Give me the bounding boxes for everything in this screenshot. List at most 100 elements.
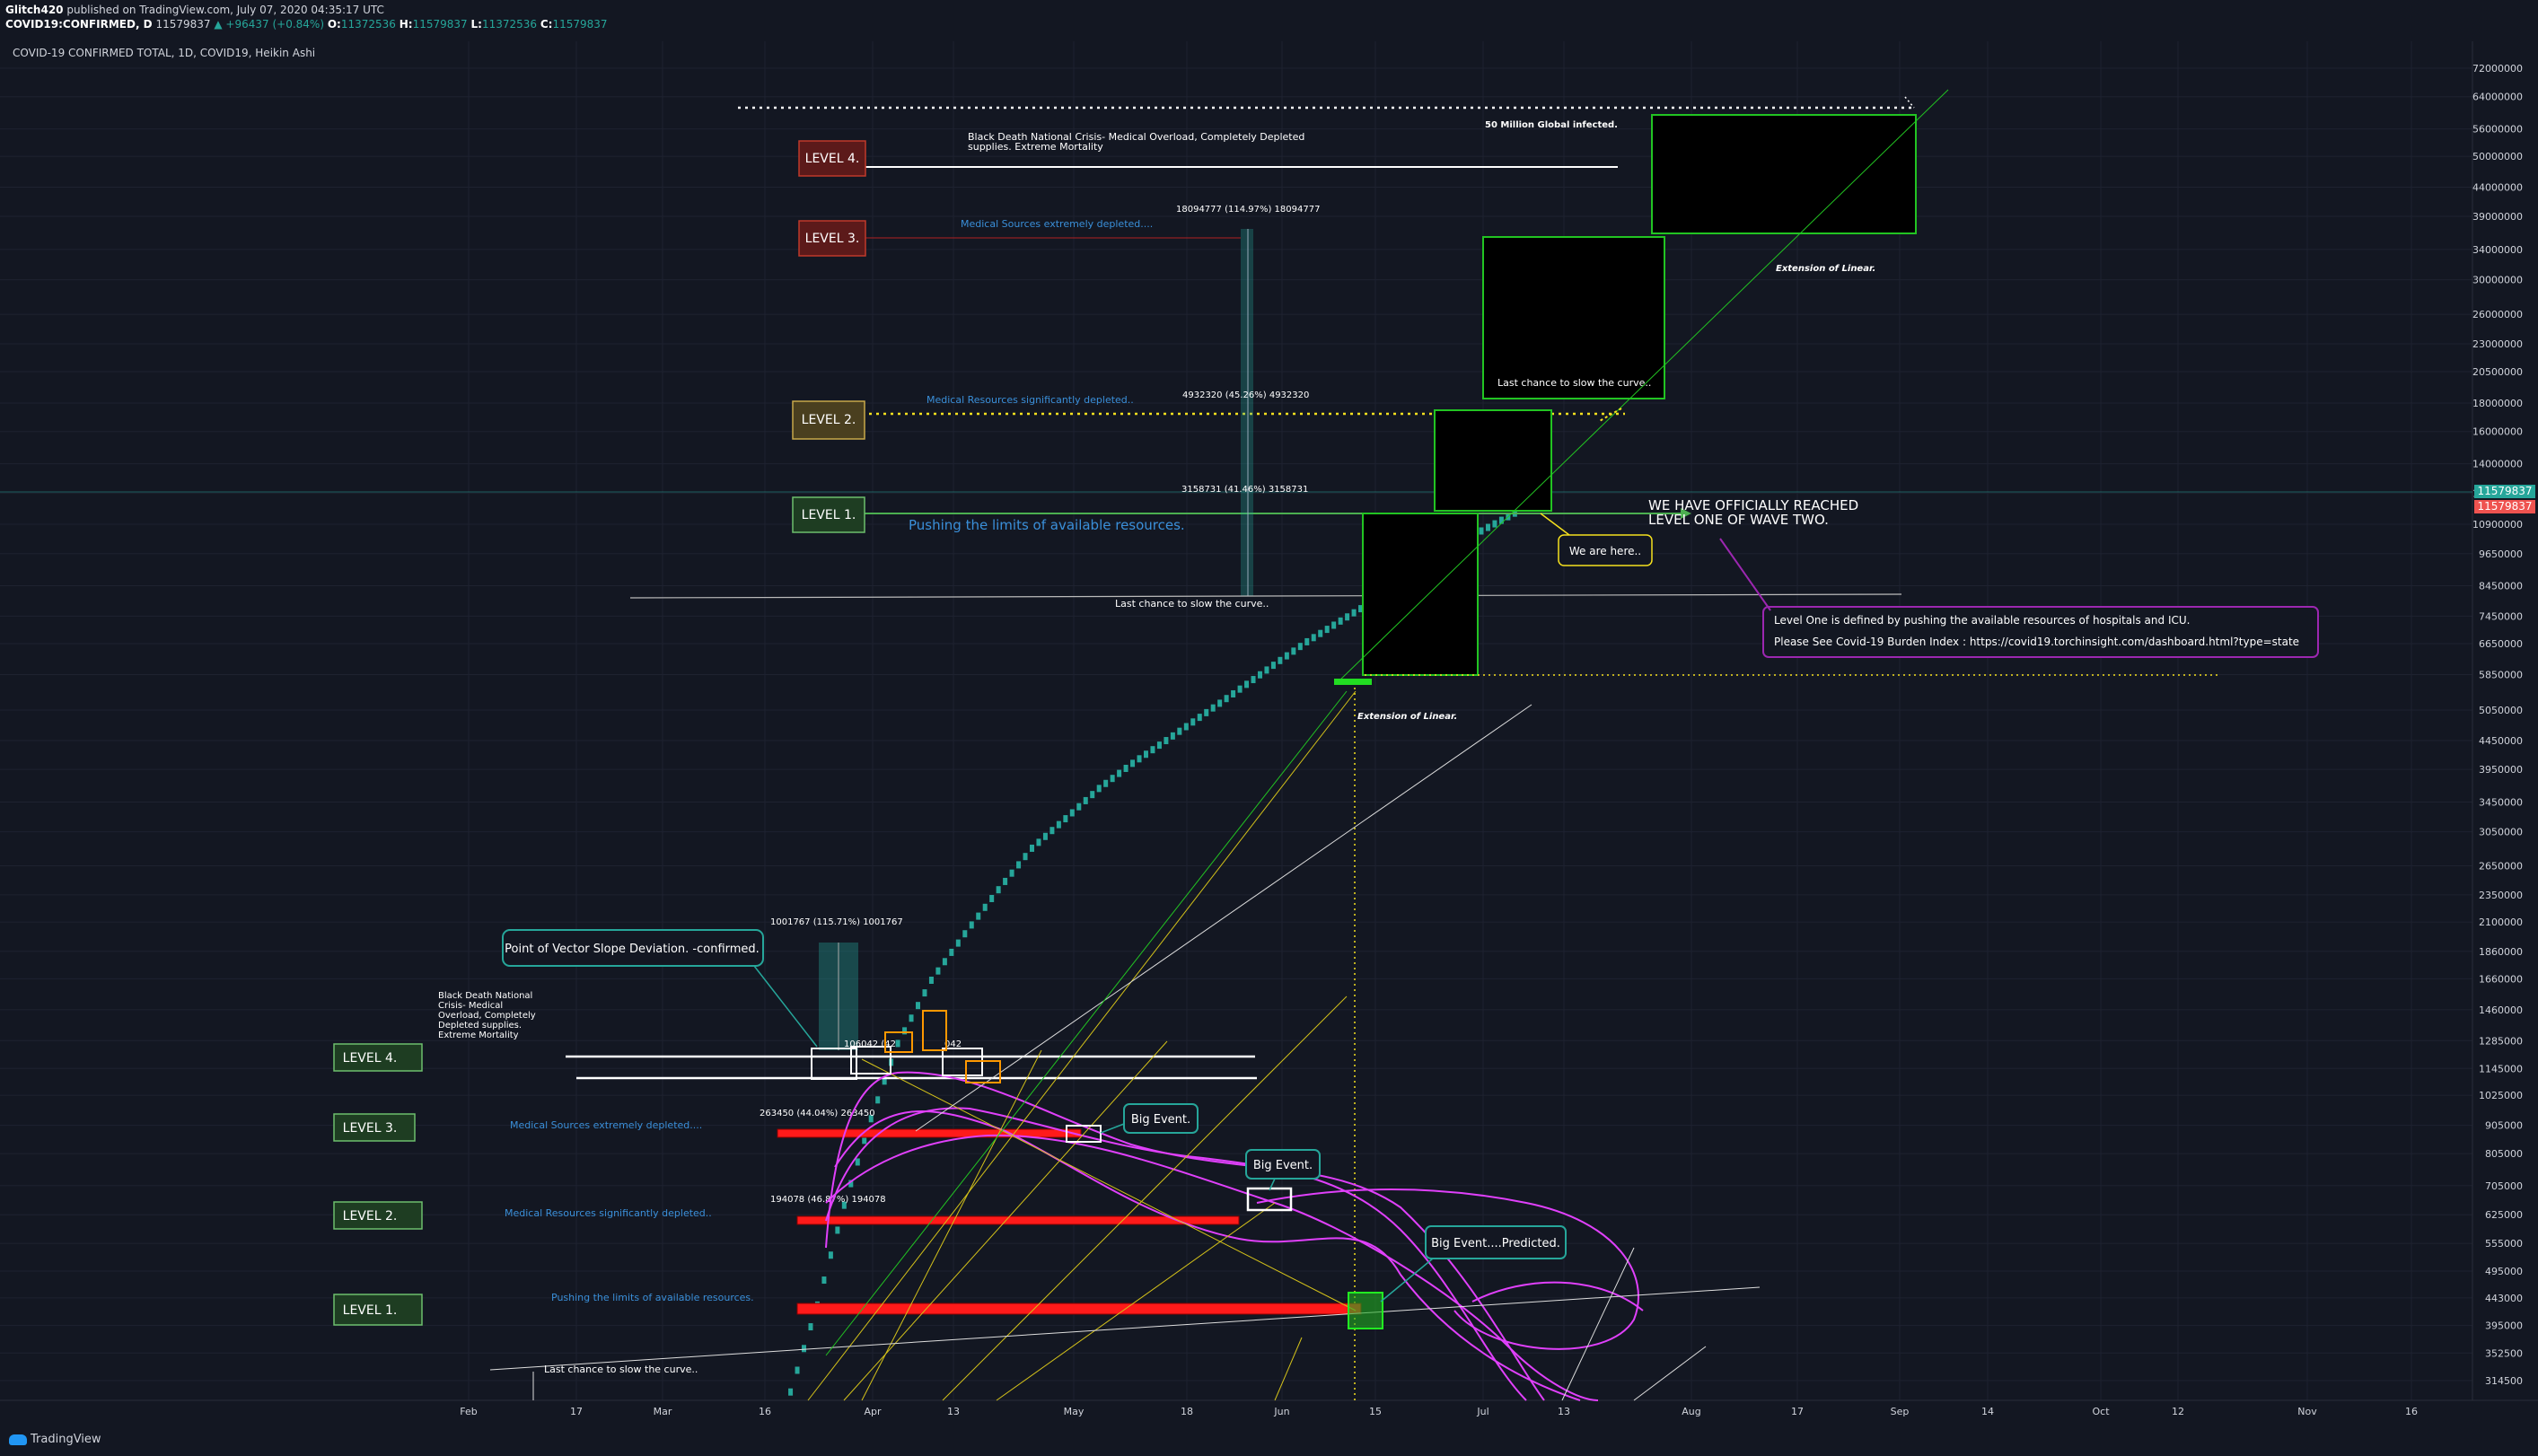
x-tick-label: 14	[1981, 1406, 1994, 1417]
reached-line-2: LEVEL ONE OF WAVE TWO.	[1648, 512, 1829, 528]
tradingview-logo[interactable]: TradingView	[9, 1433, 101, 1446]
candle	[1156, 741, 1162, 750]
top-level2-desc: Medical Resources significantly depleted…	[927, 394, 1134, 406]
candle	[1170, 732, 1175, 740]
global-infected-label: 50 Million Global infected.	[1485, 120, 1618, 130]
price-badge-top-text: 11579837	[2477, 485, 2532, 497]
top-level3-desc: Medical Sources extremely depleted....	[961, 218, 1153, 230]
last-chance-box: Last chance to slow the curve..	[1497, 377, 1651, 389]
candle	[1318, 629, 1323, 637]
candle	[1183, 723, 1189, 731]
candle	[1076, 803, 1082, 811]
price-chart[interactable]: 72000000 64000000 56000000 50000000 44000000…	[0, 0, 2538, 1456]
candle	[1049, 827, 1055, 835]
x-tick-label: 16	[759, 1406, 771, 1417]
y-tick-label: 705000	[2485, 1180, 2523, 1192]
candle	[795, 1366, 800, 1374]
candle	[835, 1226, 840, 1234]
candle	[1345, 613, 1350, 621]
candle	[1278, 656, 1283, 664]
candle	[1090, 791, 1095, 799]
x-tick-label: 18	[1181, 1406, 1193, 1417]
y-tick-label: 905000	[2485, 1120, 2523, 1132]
x-tick-label: 17	[570, 1406, 583, 1417]
candle	[962, 930, 968, 938]
footer-bar	[0, 1424, 2538, 1456]
x-tick-label: Sep	[1891, 1406, 1910, 1417]
candle	[1009, 869, 1014, 877]
x-tick-label: Mar	[654, 1406, 672, 1417]
candle	[1324, 626, 1330, 634]
candle	[862, 1136, 867, 1145]
projection-box-4[interactable]	[1651, 114, 1917, 234]
y-tick-label: 6650000	[2479, 638, 2523, 650]
candle	[1042, 832, 1048, 840]
measure-bar-top	[1241, 229, 1253, 596]
y-tick-label: 5850000	[2479, 669, 2523, 680]
y-tick-label: 555000	[2485, 1238, 2523, 1250]
candle	[969, 921, 974, 929]
candle	[1164, 737, 1169, 745]
candle	[855, 1158, 860, 1166]
candle	[942, 958, 947, 966]
y-tick-label: 56000000	[2472, 124, 2523, 136]
y-tick-label: 2650000	[2479, 861, 2523, 873]
y-tick-label: 1860000	[2479, 946, 2523, 958]
y-tick-label: 9650000	[2479, 548, 2523, 560]
candle	[1063, 815, 1068, 823]
candle	[1096, 785, 1102, 793]
candle	[1204, 708, 1209, 716]
x-tick-label: 13	[1558, 1406, 1570, 1417]
candle	[875, 1096, 881, 1104]
candle	[916, 1002, 921, 1010]
y-tick-label: 18000000	[2472, 398, 2523, 409]
projection-box-1[interactable]	[1362, 513, 1479, 676]
brand-name: TradingView	[31, 1433, 101, 1446]
candle	[1029, 844, 1034, 852]
x-tick-label: Jul	[1476, 1406, 1489, 1417]
top-level2-label: LEVEL 2.	[802, 413, 856, 427]
big-event-text-2: Big Event.	[1253, 1159, 1313, 1172]
x-tick-label: 15	[1369, 1406, 1382, 1417]
base-marker	[1334, 679, 1372, 685]
y-tick-label: 443000	[2485, 1293, 2523, 1304]
x-tick-label: Apr	[864, 1406, 882, 1417]
projection-box-3[interactable]	[1482, 236, 1665, 399]
y-tick-label: 3950000	[2479, 764, 2523, 776]
candle	[1479, 527, 1484, 535]
candle	[1150, 746, 1155, 754]
candle	[1351, 609, 1357, 617]
candle	[1291, 647, 1296, 655]
candle	[1069, 809, 1075, 817]
candle	[1190, 718, 1196, 726]
x-tick-label: 13	[947, 1406, 960, 1417]
y-tick-label: 23000000	[2472, 338, 2523, 350]
candle	[1304, 637, 1310, 645]
y-tick-label: 1660000	[2479, 973, 2523, 985]
measure-top-1: 18094777 (114.97%) 18094777	[1176, 205, 1320, 215]
candle	[1056, 820, 1061, 829]
y-tick-label: 39000000	[2472, 211, 2523, 223]
candle	[1224, 695, 1229, 703]
candle	[1492, 520, 1497, 528]
y-tick-label: 4450000	[2479, 735, 2523, 747]
y-tick-label: 3450000	[2479, 797, 2523, 809]
candle	[895, 1039, 900, 1048]
info-callout-line-1: Level One is defined by pushing the avai…	[1774, 614, 2190, 627]
candle	[989, 894, 995, 902]
x-tick-label: 17	[1791, 1406, 1804, 1417]
candle	[802, 1345, 807, 1353]
measure-bot-1: 1001767 (115.71%) 1001767	[770, 917, 903, 927]
measure-top-2: 4932320 (45.26%) 4932320	[1182, 390, 1309, 400]
projection-box-2[interactable]	[1434, 409, 1552, 512]
measure-bot-2: 263450 (44.04%) 263450	[760, 1109, 875, 1118]
y-tick-label: 805000	[2485, 1148, 2523, 1160]
y-tick-label: 14000000	[2472, 459, 2523, 470]
x-tick-label: Feb	[460, 1406, 477, 1417]
candle	[1117, 769, 1122, 777]
candle	[949, 948, 954, 956]
candle	[1485, 523, 1490, 531]
green-box-predicted[interactable]	[1348, 1292, 1383, 1329]
y-tick-label: 26000000	[2472, 309, 2523, 320]
candle	[828, 1251, 833, 1259]
